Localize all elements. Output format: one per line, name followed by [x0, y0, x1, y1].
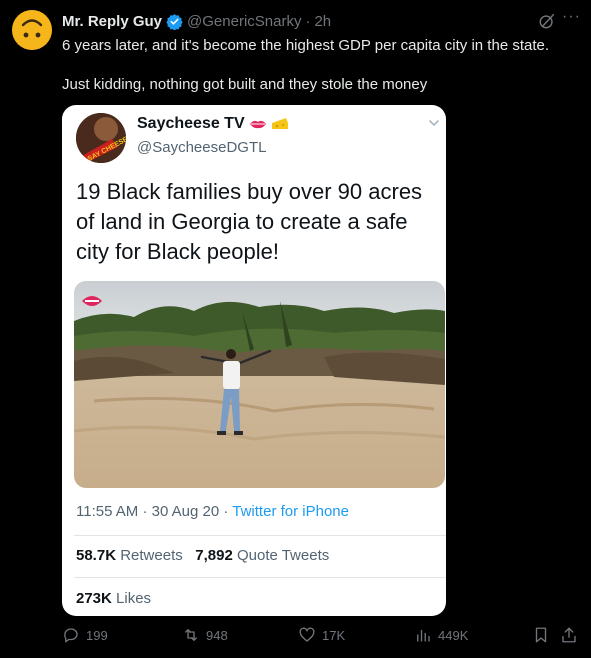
- repost-icon: [185, 629, 197, 641]
- meta-separator: ·: [223, 503, 229, 520]
- quoted-tweet-photo[interactable]: [74, 281, 445, 488]
- quoted-author-name[interactable]: Saycheese TV: [137, 115, 245, 133]
- like-button[interactable]: 17K: [298, 626, 345, 644]
- repost-count: 948: [206, 627, 228, 643]
- quoted-author-avatar[interactable]: SAY CHEESE: [76, 113, 126, 163]
- retweets-stats-row: 58.7K Retweets 7,892 Quote Tweets: [76, 547, 329, 564]
- like-count: 17K: [322, 627, 346, 643]
- quoted-time[interactable]: 11:55 AM: [76, 503, 138, 520]
- quote-tweets-label[interactable]: Quote Tweets: [237, 547, 329, 564]
- bookmark-icon: [535, 627, 547, 643]
- retweets-count[interactable]: 58.7K: [76, 547, 116, 564]
- views-button[interactable]: 449K: [414, 626, 468, 644]
- author-name[interactable]: Mr. Reply Guy: [62, 13, 162, 30]
- saycheese-logo: SAY CHEESE: [76, 113, 126, 163]
- upside-down-face-icon: [12, 10, 52, 50]
- heart-icon: [299, 627, 315, 642]
- tweet-time[interactable]: 2h: [314, 13, 331, 30]
- quoted-source-link[interactable]: Twitter for iPhone: [232, 503, 349, 520]
- likes-label[interactable]: Likes: [116, 590, 151, 607]
- share-button[interactable]: [560, 626, 578, 644]
- quote-tweets-count[interactable]: 7,892: [195, 547, 233, 564]
- cheese-emoji-icon: [271, 118, 288, 129]
- lips-emoji-icon: [249, 120, 266, 129]
- views-chart-icon: [417, 629, 430, 642]
- tweet-actions-bar: 199 948 17K 449K: [62, 626, 582, 648]
- share-icon: [562, 627, 576, 643]
- bookmark-button[interactable]: [532, 626, 550, 644]
- quoted-tweet-meta: 11:55 AM · 30 Aug 20 · Twitter for iPhon…: [76, 503, 349, 520]
- reply-count: 199: [86, 627, 108, 643]
- likes-stats-row: 273K Likes: [76, 590, 151, 607]
- tweet-text-line-1: 6 years later, and it's become the highe…: [62, 37, 550, 54]
- tweet-text-line-2: Just kidding, nothing got built and they…: [62, 76, 428, 93]
- reply-button[interactable]: 199: [62, 626, 108, 644]
- divider: [74, 577, 446, 578]
- author-handle[interactable]: @GenericSnarky: [187, 13, 301, 30]
- divider: [74, 535, 446, 536]
- likes-count[interactable]: 273K: [76, 590, 112, 607]
- separator-dot: ·: [305, 12, 311, 30]
- reply-icon: [64, 628, 78, 643]
- author-avatar[interactable]: [12, 10, 52, 50]
- quoted-tweet-text: 19 Black families buy over 90 acres of l…: [76, 179, 423, 264]
- chevron-down-icon[interactable]: [428, 117, 440, 129]
- quoted-tweet-card[interactable]: SAY CHEESE Saycheese TV @SaycheeseDGTL 1…: [62, 105, 446, 616]
- verified-badge-icon: [166, 13, 183, 30]
- quoted-author-handle[interactable]: @SaycheeseDGTL: [137, 139, 266, 156]
- meta-separator: ·: [142, 503, 148, 520]
- quoted-author-name-row[interactable]: Saycheese TV: [137, 115, 289, 133]
- tweet-header: Mr. Reply Guy @GenericSnarky · 2h: [62, 11, 579, 31]
- grok-icon[interactable]: [538, 12, 556, 30]
- retweets-label[interactable]: Retweets: [120, 547, 183, 564]
- repost-button[interactable]: 948: [182, 626, 228, 644]
- more-options-button[interactable]: ···: [562, 8, 581, 26]
- quoted-date[interactable]: 30 Aug 20: [152, 503, 220, 520]
- views-count: 449K: [438, 627, 469, 643]
- land-photo-image: [74, 281, 445, 488]
